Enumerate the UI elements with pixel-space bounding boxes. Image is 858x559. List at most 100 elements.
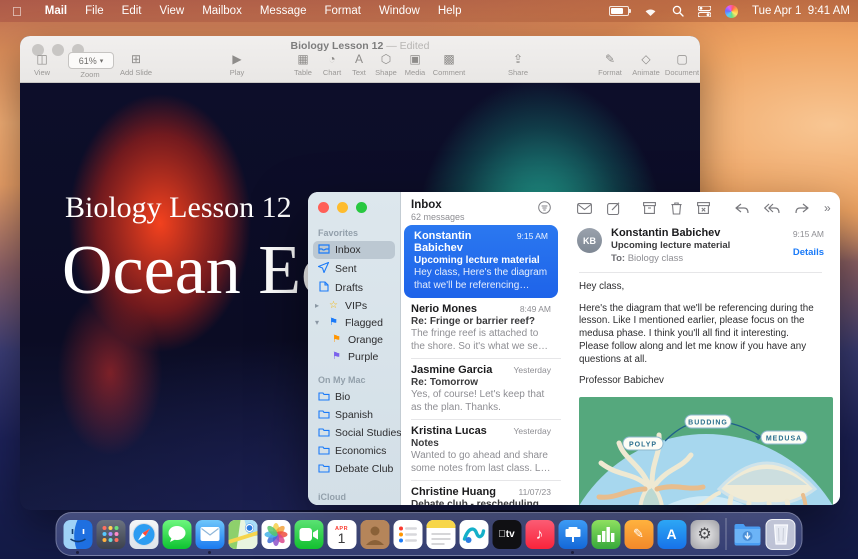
mail-window-controls[interactable] bbox=[318, 202, 367, 213]
message-row[interactable]: Kristina LucasYesterday Notes Wanted to … bbox=[401, 420, 561, 481]
folder-icon bbox=[317, 409, 330, 422]
dock-downloads-folder[interactable] bbox=[733, 513, 763, 555]
tv-glyph: tv bbox=[498, 529, 514, 540]
shape-button[interactable]: ⬡Shape bbox=[375, 53, 397, 77]
paper-plane-icon bbox=[317, 262, 330, 276]
menu-mail[interactable]: Mail bbox=[36, 5, 76, 17]
dock-pages[interactable]: ✎ bbox=[624, 513, 654, 555]
dock-safari[interactable] bbox=[129, 513, 159, 555]
animate-button[interactable]: ◇Animate bbox=[632, 53, 660, 77]
view-button[interactable]: ◫View bbox=[34, 53, 50, 77]
apple-menu-icon[interactable]:  bbox=[12, 4, 22, 19]
attachment-diagram[interactable]: POLYP BUDDING MEDUSA bbox=[579, 397, 833, 505]
sidebar-folder-social-studies[interactable]: Social Studies bbox=[313, 424, 395, 442]
dock-trash[interactable] bbox=[766, 513, 796, 555]
format-button[interactable]: ✎Format bbox=[598, 53, 622, 77]
minimize-button[interactable] bbox=[337, 202, 348, 213]
text-button[interactable]: AText bbox=[352, 53, 366, 77]
dock-photos[interactable] bbox=[261, 513, 291, 555]
sidebar-folder-bio[interactable]: Bio bbox=[313, 388, 395, 406]
sidebar-item-flagged[interactable]: ▾ ⚑ Flagged bbox=[313, 314, 395, 331]
folder-icon bbox=[317, 463, 330, 476]
details-link[interactable]: Details bbox=[793, 247, 824, 258]
add-slide-button[interactable]: ⊞Add Slide bbox=[120, 53, 152, 77]
sidebar-folder-spanish[interactable]: Spanish bbox=[313, 406, 395, 424]
menu-help[interactable]: Help bbox=[429, 5, 471, 17]
play-button[interactable]: ▶Play bbox=[230, 53, 245, 77]
message-row-selected[interactable]: Konstantin Babichev9:15 AM Upcoming lect… bbox=[404, 225, 558, 298]
dock-app-store[interactable]: A bbox=[657, 513, 687, 555]
sidebar-item-vips[interactable]: ▸ ☆ VIPs bbox=[313, 297, 395, 314]
message-row[interactable]: Christine Huang11/07/23 Debate club - re… bbox=[401, 481, 561, 505]
wifi-icon[interactable] bbox=[643, 6, 658, 17]
menu-message[interactable]: Message bbox=[251, 5, 316, 17]
dock-numbers[interactable] bbox=[591, 513, 621, 555]
share-button[interactable]: ⇪Share bbox=[508, 53, 528, 77]
dock-freeform[interactable] bbox=[459, 513, 489, 555]
zoom-select[interactable]: 61%▾ bbox=[68, 52, 114, 69]
dock: APR1 tv ♪ ✎ A bbox=[56, 512, 803, 556]
menu-edit[interactable]: Edit bbox=[113, 5, 151, 17]
dock-contacts[interactable] bbox=[360, 513, 390, 555]
trash-icon[interactable] bbox=[671, 202, 682, 215]
menu-format[interactable]: Format bbox=[316, 5, 370, 17]
sidebar-folder-debate-club[interactable]: Debate Club bbox=[313, 460, 395, 478]
siri-icon[interactable] bbox=[725, 5, 738, 18]
message-row[interactable]: Jasmine GarciaYesterday Re: Tomorrow Yes… bbox=[401, 359, 561, 420]
battery-icon[interactable] bbox=[609, 6, 629, 16]
running-indicator bbox=[208, 551, 211, 554]
chart-button[interactable]: ◔Chart bbox=[323, 53, 341, 77]
close-button[interactable] bbox=[318, 202, 329, 213]
chevron-right-icon[interactable]: ▸ bbox=[315, 301, 322, 310]
dock-mail[interactable] bbox=[195, 513, 225, 555]
add-slide-icon: ⊞ bbox=[120, 53, 152, 67]
animate-icon: ◇ bbox=[632, 53, 660, 67]
reply-icon[interactable] bbox=[735, 203, 749, 214]
comment-button[interactable]: ▩Comment bbox=[433, 53, 466, 77]
dock-messages[interactable] bbox=[162, 513, 192, 555]
dock-maps[interactable] bbox=[228, 513, 258, 555]
table-button[interactable]: ▦Table bbox=[294, 53, 312, 77]
menu-mailbox[interactable]: Mailbox bbox=[193, 5, 251, 17]
message-detail-pane: » KB Konstantin Babichev Upcoming lectur… bbox=[561, 192, 840, 505]
dock-music[interactable]: ♪ bbox=[525, 513, 555, 555]
forward-icon[interactable] bbox=[795, 203, 809, 214]
icloud-header[interactable]: iCloud bbox=[318, 492, 400, 502]
message-row[interactable]: Nerio Mones8:49 AM Re: Fringe or barrier… bbox=[401, 298, 561, 359]
zoom-button[interactable] bbox=[356, 202, 367, 213]
spotlight-search-icon[interactable] bbox=[672, 5, 684, 17]
menu-file[interactable]: File bbox=[76, 5, 113, 17]
compose-icon[interactable] bbox=[607, 202, 620, 215]
dock-apple-tv[interactable]: tv bbox=[492, 513, 522, 555]
sidebar-item-drafts[interactable]: Drafts bbox=[313, 278, 395, 297]
message-preview: Hey class, Here's the diagram that we'll… bbox=[414, 267, 548, 292]
dock-facetime[interactable] bbox=[294, 513, 324, 555]
control-center-icon[interactable] bbox=[698, 6, 711, 17]
reply-all-icon[interactable] bbox=[764, 203, 780, 214]
dock-launchpad[interactable] bbox=[96, 513, 126, 555]
menu-window[interactable]: Window bbox=[370, 5, 429, 17]
sidebar-item-sent[interactable]: Sent bbox=[313, 259, 395, 278]
archive-icon[interactable] bbox=[643, 202, 656, 214]
chevron-down-icon[interactable]: ▾ bbox=[315, 318, 322, 327]
dock-finder[interactable] bbox=[63, 513, 93, 555]
sidebar-item-flag-purple[interactable]: ⚑ Purple bbox=[326, 348, 395, 365]
sidebar-folder-economics[interactable]: Economics bbox=[313, 442, 395, 460]
menu-bar-clock[interactable]: Tue Apr 1 9:41 AM bbox=[752, 5, 850, 17]
folder-icon bbox=[317, 427, 330, 440]
filter-icon[interactable] bbox=[538, 201, 551, 219]
menu-view[interactable]: View bbox=[150, 5, 193, 17]
get-mail-icon[interactable] bbox=[577, 203, 592, 214]
dock-reminders[interactable] bbox=[393, 513, 423, 555]
sidebar-item-inbox[interactable]: Inbox bbox=[313, 241, 395, 259]
dock-calendar[interactable]: APR1 bbox=[327, 513, 357, 555]
svg-text:BUDDING: BUDDING bbox=[688, 420, 728, 427]
dock-notes[interactable] bbox=[426, 513, 456, 555]
junk-icon[interactable] bbox=[697, 202, 710, 214]
dock-keynote[interactable] bbox=[558, 513, 588, 555]
media-button[interactable]: ▣Media bbox=[405, 53, 425, 77]
dock-system-settings[interactable]: ⚙ bbox=[690, 513, 720, 555]
document-button[interactable]: ▢Document bbox=[665, 53, 699, 77]
more-actions-icon[interactable]: » bbox=[824, 201, 831, 215]
sidebar-item-flag-orange[interactable]: ⚑ Orange bbox=[326, 331, 395, 348]
